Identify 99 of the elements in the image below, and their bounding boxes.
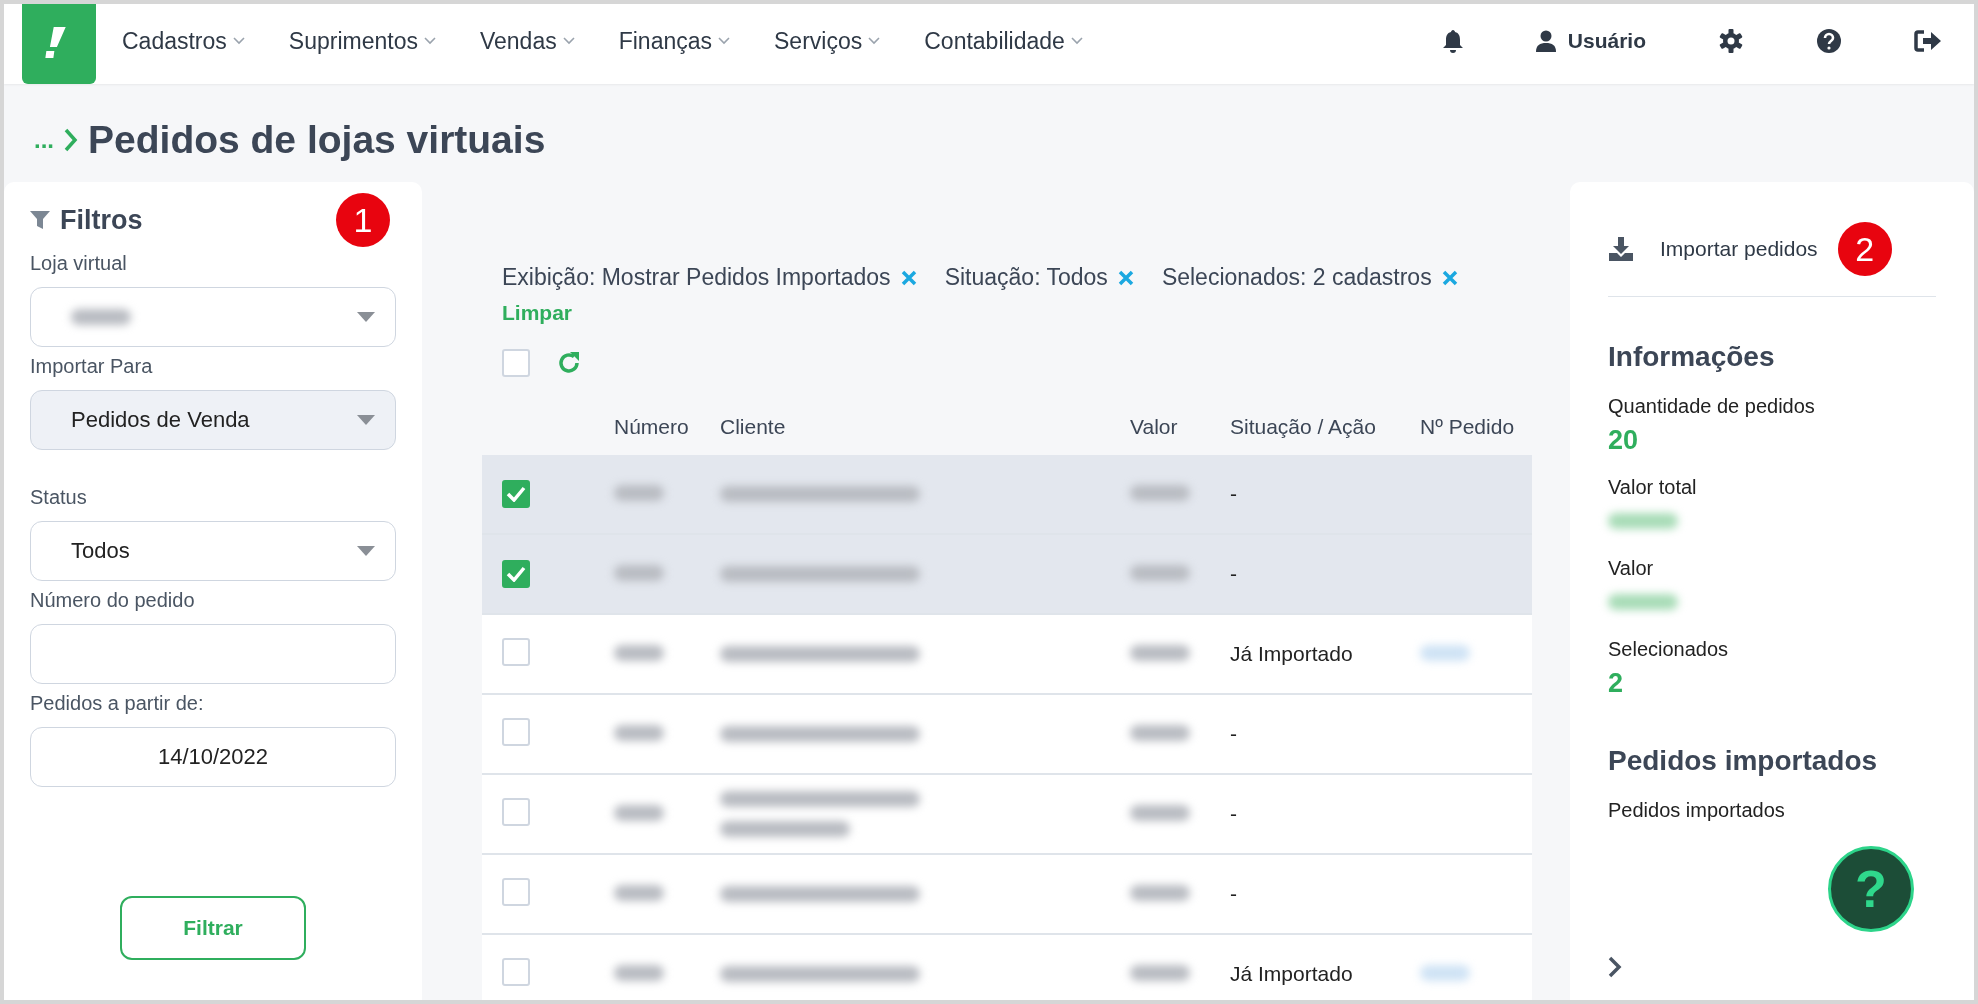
filter-chip-label: Situação: Todos	[944, 264, 1108, 291]
field-label: Pedidos a partir de:	[30, 692, 205, 715]
section-title: Pedidos importados	[1608, 745, 1879, 777]
field-label: Loja virtual	[30, 252, 128, 275]
stat-value: 2	[1608, 666, 1625, 700]
nav-menu-item[interactable]: Finanças	[618, 27, 731, 55]
column-header: Número	[614, 415, 690, 439]
page-title: Pedidos de lojas virtuais	[88, 118, 546, 162]
section-title: Informações	[1608, 341, 1776, 373]
row-checkbox[interactable]	[502, 877, 530, 906]
row-checkbox[interactable]	[502, 717, 530, 746]
row-checkbox[interactable]	[502, 480, 530, 508]
nav-menu-item[interactable]: Suprimentos	[288, 27, 436, 55]
dropdown-field[interactable]: Todos	[30, 521, 396, 581]
nav-menu-item[interactable]: Cadastros	[122, 27, 245, 55]
table-row[interactable]: -	[482, 775, 1532, 855]
table-row[interactable]: -	[482, 535, 1532, 615]
blurred-number	[614, 485, 664, 501]
row-checkbox[interactable]	[502, 637, 530, 666]
stat-label: Valor	[1608, 557, 1655, 580]
blurred-value	[1130, 565, 1190, 581]
chevron-down-icon	[562, 37, 575, 45]
status-cell-text: -	[1230, 482, 1238, 506]
table-row[interactable]: Já Importado	[482, 615, 1532, 695]
blurred-number	[614, 725, 664, 741]
chevron-down-icon	[1070, 37, 1083, 45]
dropdown-field[interactable]	[30, 287, 396, 347]
select-all-checkbox[interactable]	[502, 349, 530, 377]
filter-icon	[30, 210, 50, 230]
stat-label: Selecionados	[1608, 638, 1730, 661]
bell-icon[interactable]	[1441, 29, 1464, 53]
dropdown-arrow-icon	[357, 546, 375, 556]
logo-icon[interactable]	[22, 4, 96, 84]
chevron-down-icon	[718, 37, 731, 45]
imported-orders-text: Pedidos importados	[1608, 799, 1786, 822]
blurred-number	[614, 565, 664, 581]
column-header: Nº Pedido	[1420, 415, 1516, 439]
user-icon	[1535, 30, 1556, 52]
blurred-value	[1130, 965, 1190, 981]
dropdown-arrow-icon	[357, 312, 375, 322]
filter-chip-label: Exibição: Mostrar Pedidos Importados	[502, 264, 891, 291]
input-field[interactable]: 14/10/2022	[30, 727, 396, 787]
logout-icon[interactable]	[1914, 29, 1942, 53]
blurred-number	[614, 885, 664, 901]
number-badge: 1	[336, 193, 390, 247]
chevron-down-icon	[423, 37, 436, 45]
row-checkbox[interactable]	[502, 957, 530, 986]
table-row[interactable]: -	[482, 455, 1532, 535]
filters-title: Filtros	[60, 204, 143, 236]
status-cell-text: -	[1230, 722, 1238, 746]
blurred-value	[1130, 725, 1190, 741]
table-row[interactable]: Já Importado	[482, 935, 1532, 1000]
status-cell-text: -	[1230, 802, 1238, 826]
stat-label: Valor total	[1608, 476, 1698, 499]
status-cell-text: Já Importado	[1230, 962, 1354, 986]
column-header: Situação / Ação	[1230, 415, 1377, 439]
chevron-down-icon	[232, 37, 245, 45]
nav-menu-item[interactable]: Vendas	[479, 27, 575, 55]
import-orders-link[interactable]: Importar pedidos	[1660, 237, 1818, 261]
dropdown-arrow-icon	[357, 415, 375, 425]
stat-label: Quantidade de pedidos	[1608, 395, 1816, 418]
status-cell-text: -	[1230, 562, 1238, 586]
close-icon[interactable]	[900, 269, 917, 286]
blurred-number	[614, 645, 664, 661]
download-icon[interactable]	[1608, 236, 1634, 262]
close-icon[interactable]	[1441, 269, 1458, 286]
blurred-number	[614, 965, 664, 981]
chevron-right-icon	[64, 128, 78, 152]
blurred-value	[1130, 885, 1190, 901]
field-label: Importar Para	[30, 355, 154, 378]
help-icon[interactable]	[1816, 28, 1842, 54]
help-button[interactable]: ?	[1828, 846, 1914, 932]
field-label: Número do pedido	[30, 589, 196, 612]
stat-value: 20	[1608, 423, 1640, 457]
nav-menu-item[interactable]: Serviços	[774, 27, 881, 55]
field-label: Status	[30, 486, 88, 509]
table-row[interactable]: -	[482, 695, 1532, 775]
input-field[interactable]	[30, 624, 396, 684]
column-header: Cliente	[720, 415, 787, 439]
blurred-value	[1130, 645, 1190, 661]
chevron-down-icon	[868, 37, 881, 45]
blurred-value	[71, 309, 131, 325]
blurred-value	[1130, 805, 1190, 821]
status-cell-text: Já Importado	[1230, 642, 1354, 666]
close-icon[interactable]	[1117, 269, 1134, 286]
status-cell-text: -	[1230, 882, 1238, 906]
blurred-value	[1130, 485, 1190, 501]
settings-icon[interactable]	[1718, 28, 1744, 54]
nav-menu-item[interactable]: Contabilidade	[924, 27, 1083, 55]
refresh-icon[interactable]	[556, 350, 582, 376]
number-badge: 2	[1837, 222, 1892, 276]
filter-chip-label: Selecionados: 2 cadastros	[1161, 264, 1432, 291]
blurred-number	[614, 805, 664, 821]
table-row[interactable]: -	[482, 855, 1532, 935]
row-checkbox[interactable]	[502, 560, 530, 588]
column-header: Valor	[1130, 415, 1179, 439]
user-menu[interactable]: Usuário	[1535, 29, 1646, 53]
chevron-right-icon[interactable]	[1608, 956, 1622, 978]
row-checkbox[interactable]	[502, 797, 530, 826]
